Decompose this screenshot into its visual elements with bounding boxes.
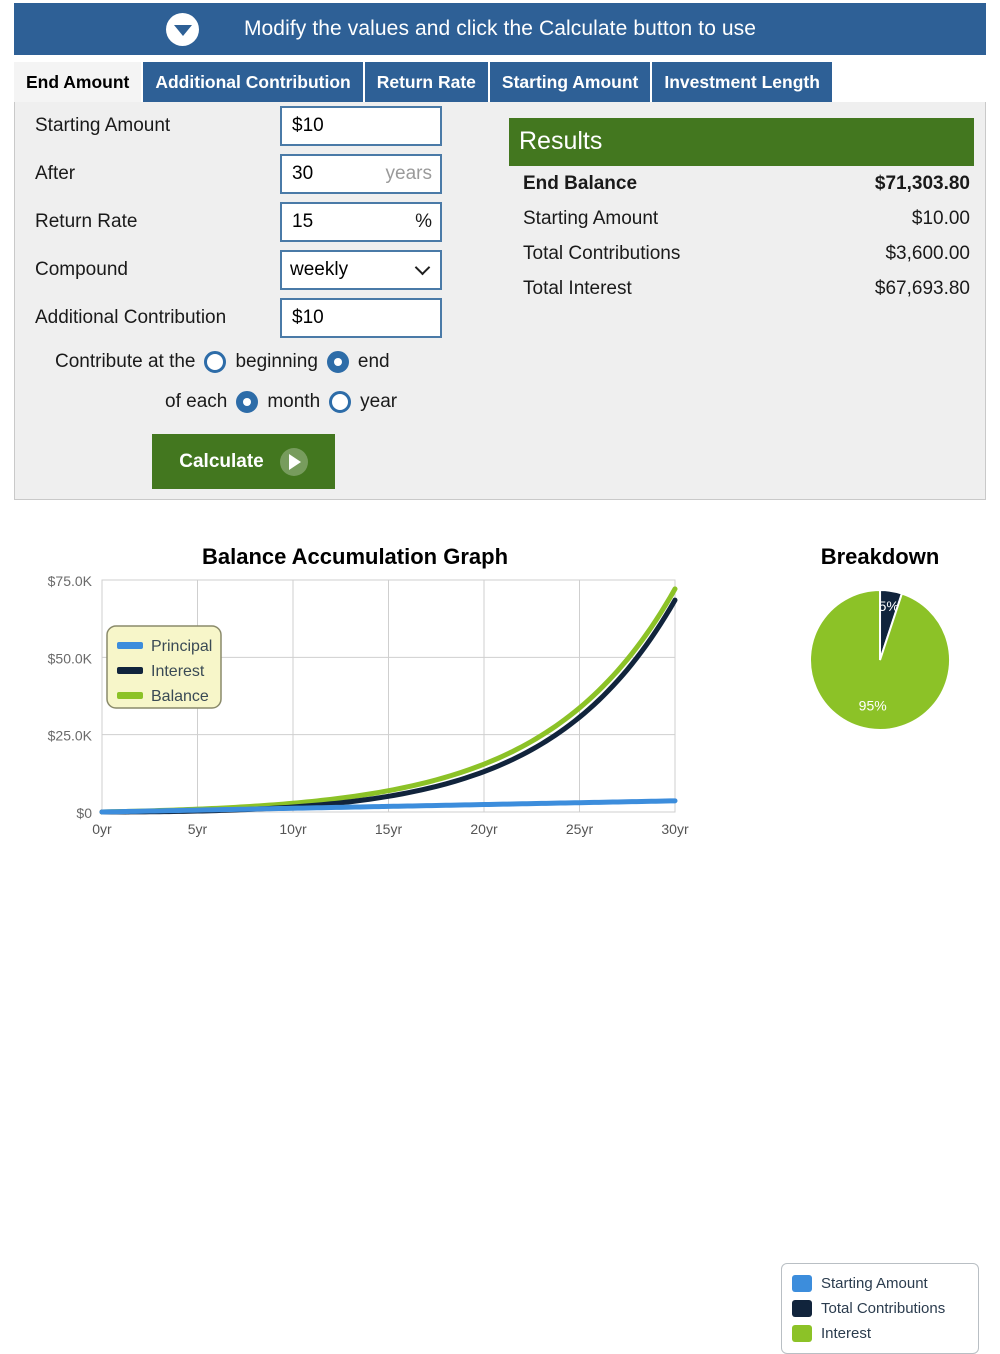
- tab-return-rate[interactable]: Return Rate: [365, 62, 490, 102]
- result-label-total-contributions: Total Contributions: [523, 243, 680, 265]
- label-compound: Compound: [35, 259, 280, 281]
- svg-text:$50.0K: $50.0K: [48, 650, 93, 666]
- row-starting-amount: Starting Amount: [15, 102, 455, 150]
- return-rate-field[interactable]: %: [280, 202, 442, 242]
- result-row-end-balance: End Balance $71,303.80: [509, 166, 974, 201]
- row-return-rate: Return Rate %: [15, 198, 455, 246]
- contribute-timing-group: Contribute at the beginning end: [15, 342, 455, 382]
- svg-text:25yr: 25yr: [566, 821, 594, 837]
- row-compound: Compound weekly: [15, 246, 455, 294]
- svg-text:Balance: Balance: [151, 688, 209, 705]
- play-triangle-glyph: [289, 454, 301, 470]
- label-additional-contribution: Additional Contribution: [35, 307, 280, 329]
- row-additional-contribution: Additional Contribution: [15, 294, 455, 342]
- svg-text:0yr: 0yr: [92, 821, 112, 837]
- legend-label-interest: Interest: [821, 1325, 871, 1342]
- label-month[interactable]: month: [267, 391, 320, 413]
- legend-item-total-contributions: Total Contributions: [792, 1296, 968, 1321]
- tab-investment-length[interactable]: Investment Length: [652, 62, 832, 102]
- label-starting-amount: Starting Amount: [35, 115, 280, 137]
- results-panel: Results End Balance $71,303.80 Starting …: [509, 118, 974, 306]
- svg-text:95%: 95%: [859, 698, 887, 714]
- banner-message: Modify the values and click the Calculat…: [14, 17, 986, 41]
- chevron-down-circle-icon[interactable]: [166, 13, 199, 46]
- svg-text:15yr: 15yr: [375, 821, 403, 837]
- result-value-total-interest: $67,693.80: [875, 278, 970, 300]
- play-icon: [280, 448, 308, 476]
- tab-bar: End Amount Additional Contribution Retur…: [14, 62, 832, 102]
- label-return-rate: Return Rate: [35, 211, 280, 233]
- result-row-total-contributions: Total Contributions $3,600.00: [509, 236, 974, 271]
- tab-starting-amount[interactable]: Starting Amount: [490, 62, 652, 102]
- contribute-period-prefix: of each: [165, 391, 227, 413]
- result-label-starting-amount: Starting Amount: [523, 208, 658, 230]
- svg-text:$75.0K: $75.0K: [48, 573, 93, 589]
- radio-end[interactable]: [327, 351, 349, 373]
- after-input[interactable]: [290, 162, 382, 186]
- svg-text:5yr: 5yr: [188, 821, 208, 837]
- contribute-timing-prefix: Contribute at the: [55, 351, 195, 373]
- result-value-end-balance: $71,303.80: [875, 173, 970, 195]
- label-beginning[interactable]: beginning: [235, 351, 317, 373]
- radio-year[interactable]: [329, 391, 351, 413]
- legend-label-total-contributions: Total Contributions: [821, 1300, 945, 1317]
- calculator-panel: Starting Amount After years Return Rate …: [14, 102, 986, 500]
- triangle-down-glyph: [174, 25, 192, 36]
- result-value-total-contributions: $3,600.00: [885, 243, 970, 265]
- balance-accumulation-chart: $0 $25.0K $50.0K $75.0K 0yr 5yr 10yr 15yr 20yr 25…: [0, 568, 710, 858]
- top-banner: Modify the values and click the Calculat…: [14, 3, 986, 55]
- starting-amount-field[interactable]: [280, 106, 442, 146]
- return-rate-unit-label: %: [411, 211, 432, 233]
- tab-additional-contribution[interactable]: Additional Contribution: [143, 62, 364, 102]
- legend-swatch-total-contributions: [792, 1300, 812, 1317]
- radio-month[interactable]: [236, 391, 258, 413]
- svg-text:$25.0K: $25.0K: [48, 728, 93, 744]
- calculate-button-label: Calculate: [179, 451, 263, 473]
- label-end[interactable]: end: [358, 351, 390, 373]
- svg-text:10yr: 10yr: [279, 821, 307, 837]
- label-after: After: [35, 163, 280, 185]
- contribute-period-group: of each month year: [15, 382, 455, 422]
- svg-text:Interest: Interest: [151, 663, 205, 680]
- legend-swatch-interest: [792, 1325, 812, 1342]
- svg-text:20yr: 20yr: [470, 821, 498, 837]
- legend-item-interest: Interest: [792, 1321, 968, 1346]
- charts-section: Balance Accumulation Graph $0 $25.0K $50.0…: [0, 530, 1000, 861]
- breakdown-legend: Starting Amount Total Contributions Inte…: [781, 1263, 979, 1354]
- legend-swatch-starting-amount: [792, 1275, 812, 1292]
- result-row-total-interest: Total Interest $67,693.80: [509, 271, 974, 306]
- calculate-button-wrap: Calculate: [15, 422, 455, 489]
- compound-select[interactable]: weekly: [280, 250, 442, 290]
- legend-label-starting-amount: Starting Amount: [821, 1275, 928, 1292]
- starting-amount-input[interactable]: [290, 114, 432, 138]
- result-label-total-interest: Total Interest: [523, 278, 632, 300]
- svg-text:Principal: Principal: [151, 638, 212, 655]
- calculate-button[interactable]: Calculate: [152, 434, 335, 489]
- result-value-starting-amount: $10.00: [912, 208, 970, 230]
- banner-toggle-button[interactable]: [166, 13, 199, 46]
- result-row-starting-amount: Starting Amount $10.00: [509, 201, 974, 236]
- result-label-end-balance: End Balance: [523, 173, 637, 195]
- additional-contribution-field[interactable]: [280, 298, 442, 338]
- return-rate-input[interactable]: [290, 210, 411, 234]
- svg-text:30yr: 30yr: [661, 821, 689, 837]
- line-chart-title: Balance Accumulation Graph: [0, 544, 710, 570]
- after-unit-label: years: [382, 163, 432, 185]
- additional-contribution-input[interactable]: [290, 306, 432, 330]
- after-field[interactable]: years: [280, 154, 442, 194]
- results-title: Results: [509, 118, 974, 166]
- svg-text:$0: $0: [76, 805, 92, 821]
- pie-chart-title: Breakdown: [760, 544, 1000, 570]
- radio-beginning[interactable]: [204, 351, 226, 373]
- tab-end-amount[interactable]: End Amount: [14, 62, 143, 102]
- label-year[interactable]: year: [360, 391, 397, 413]
- breakdown-pie-chart: 0%5%95%: [760, 570, 1000, 755]
- legend-item-starting-amount: Starting Amount: [792, 1271, 968, 1296]
- compound-selected-value: weekly: [290, 259, 417, 281]
- chevron-down-icon[interactable]: [415, 260, 431, 276]
- row-after: After years: [15, 150, 455, 198]
- input-form: Starting Amount After years Return Rate …: [15, 102, 455, 489]
